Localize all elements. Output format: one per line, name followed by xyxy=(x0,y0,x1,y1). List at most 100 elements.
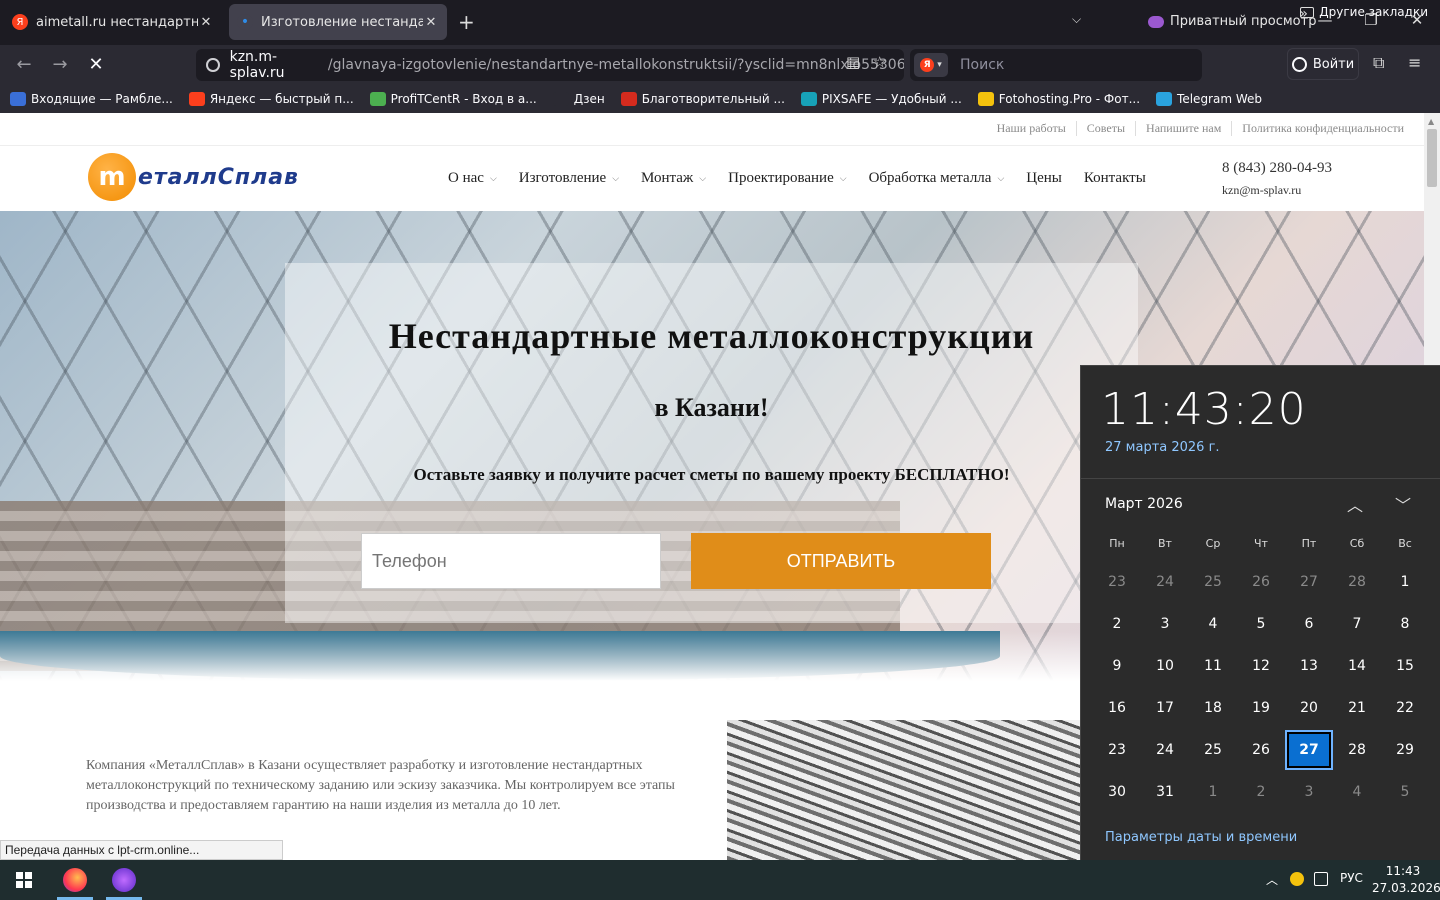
site-info-icon[interactable] xyxy=(206,58,220,72)
email-link[interactable]: kzn@m-splav.ru xyxy=(1222,183,1332,198)
close-icon[interactable]: ✕ xyxy=(198,15,214,30)
calendar-day[interactable]: 6 xyxy=(1285,604,1333,644)
language-indicator[interactable]: РУС xyxy=(1340,871,1363,885)
search-bar[interactable]: Я ▾ Поиск xyxy=(910,49,1202,81)
date-time-settings-link[interactable]: Параметры даты и времени xyxy=(1105,830,1297,845)
prev-month-icon[interactable]: ︿ xyxy=(1347,492,1363,516)
calendar-day[interactable]: 23 xyxy=(1093,730,1141,770)
calendar-day[interactable]: 7 xyxy=(1333,604,1381,644)
calendar-day-today[interactable]: 27 xyxy=(1285,730,1333,770)
calendar-day[interactable]: 1 xyxy=(1189,772,1237,812)
calendar-day[interactable]: 4 xyxy=(1333,772,1381,812)
calendar-day[interactable]: 28 xyxy=(1333,730,1381,770)
phone-input[interactable] xyxy=(361,533,661,589)
calendar-day[interactable]: 18 xyxy=(1189,688,1237,728)
tray-overflow-icon[interactable]: ︿ xyxy=(1266,871,1278,888)
bookmark-star-icon[interactable]: ☆ xyxy=(873,53,886,71)
network-icon[interactable] xyxy=(1314,872,1328,886)
other-bookmarks[interactable]: Другие закладки xyxy=(1300,5,1428,19)
site-logo[interactable]: m еталлСплав xyxy=(88,153,299,201)
menu-item-manufacturing[interactable]: Изготовление ⌵ xyxy=(519,170,619,187)
scroll-up-icon[interactable]: ▲ xyxy=(1428,117,1434,126)
calendar-day[interactable]: 24 xyxy=(1141,562,1189,602)
calendar-day[interactable]: 20 xyxy=(1285,688,1333,728)
bookmark-item[interactable]: Благотворительный ... xyxy=(620,92,785,106)
calendar-day[interactable]: 11 xyxy=(1189,646,1237,686)
menu-item-metal-processing[interactable]: Обработка металла ⌵ xyxy=(869,170,1005,187)
menu-item-about[interactable]: О нас ⌵ xyxy=(448,170,497,187)
clock-full-date[interactable]: 27 марта 2026 г. xyxy=(1105,440,1220,455)
calendar-day[interactable]: 12 xyxy=(1237,646,1285,686)
calendar-day[interactable]: 30 xyxy=(1093,772,1141,812)
next-month-icon[interactable]: ﹀ xyxy=(1395,492,1411,516)
calendar-day[interactable]: 23 xyxy=(1093,562,1141,602)
login-button[interactable]: Войти xyxy=(1287,48,1359,80)
calendar-day[interactable]: 27 xyxy=(1285,562,1333,602)
menu-icon[interactable]: ≡ xyxy=(1408,53,1421,72)
close-icon[interactable]: ✕ xyxy=(423,15,439,30)
forward-icon[interactable]: → xyxy=(49,54,71,75)
calendar-day[interactable]: 9 xyxy=(1093,646,1141,686)
calendar-day[interactable]: 21 xyxy=(1333,688,1381,728)
calendar-day[interactable]: 2 xyxy=(1093,604,1141,644)
calendar-day[interactable]: 19 xyxy=(1237,688,1285,728)
menu-item-installation[interactable]: Монтаж ⌵ xyxy=(641,170,706,187)
calendar-day[interactable]: 8 xyxy=(1381,604,1429,644)
toplink-privacy[interactable]: Политика конфиденциальности xyxy=(1231,121,1414,136)
scrollbar-thumb[interactable] xyxy=(1427,129,1437,187)
back-icon[interactable]: ← xyxy=(13,54,35,75)
calendar-day[interactable]: 1 xyxy=(1381,562,1429,602)
calendar-day[interactable]: 24 xyxy=(1141,730,1189,770)
bookmark-item[interactable]: Дзен xyxy=(552,92,605,106)
url-bar[interactable]: kzn.m-splav.ru /glavnaya-izgotovlenie/ne… xyxy=(196,49,904,81)
calendar-day[interactable]: 2 xyxy=(1237,772,1285,812)
windows-start-icon[interactable] xyxy=(16,872,32,888)
calendar-day[interactable]: 31 xyxy=(1141,772,1189,812)
tab-izgotovlenie[interactable]: • Изготовление нестандартных ✕ xyxy=(229,4,447,40)
taskbar-firefox[interactable] xyxy=(55,860,95,900)
bookmark-item[interactable]: ProfiTCentR - Вход в а... xyxy=(369,92,537,106)
calendar-day[interactable]: 29 xyxy=(1381,730,1429,770)
menu-item-design[interactable]: Проектирование ⌵ xyxy=(728,170,846,187)
calendar-month[interactable]: Март 2026 xyxy=(1105,496,1183,512)
toplink-tips[interactable]: Советы xyxy=(1075,121,1135,136)
calendar-day[interactable]: 15 xyxy=(1381,646,1429,686)
send-button[interactable]: ОТПРАВИТЬ xyxy=(691,533,991,589)
tray-app-icon[interactable] xyxy=(1290,872,1304,886)
chevron-down-icon[interactable]: ⌵ xyxy=(1072,12,1081,27)
calendar-day[interactable]: 16 xyxy=(1093,688,1141,728)
calendar-day[interactable]: 26 xyxy=(1237,730,1285,770)
bookmark-item[interactable]: Fotohosting.Pro - Фот... xyxy=(977,92,1140,106)
calendar-day[interactable]: 5 xyxy=(1237,604,1285,644)
calendar-day[interactable]: 3 xyxy=(1141,604,1189,644)
tab-aimetall[interactable]: Я aimetall.ru нестандартные мета ✕ xyxy=(4,4,222,40)
phone-link[interactable]: 8 (843) 280-04-93 xyxy=(1222,160,1332,177)
calendar-day[interactable]: 13 xyxy=(1285,646,1333,686)
calendar-day[interactable]: 5 xyxy=(1381,772,1429,812)
calendar-day[interactable]: 25 xyxy=(1189,730,1237,770)
calendar-day[interactable]: 28 xyxy=(1333,562,1381,602)
search-engine-selector[interactable]: Я ▾ xyxy=(914,53,948,77)
calendar-day[interactable]: 25 xyxy=(1189,562,1237,602)
calendar-day[interactable]: 10 xyxy=(1141,646,1189,686)
bookmark-item[interactable]: Яндекс — быстрый п... xyxy=(188,92,354,106)
calendar-day[interactable]: 17 xyxy=(1141,688,1189,728)
menu-item-contacts[interactable]: Контакты xyxy=(1084,170,1146,187)
toplink-write-us[interactable]: Напишите нам xyxy=(1135,121,1231,136)
bookmark-item[interactable]: PIXSAFE — Удобный ... xyxy=(800,92,962,106)
calendar-day[interactable]: 3 xyxy=(1285,772,1333,812)
bookmark-item[interactable]: Telegram Web xyxy=(1156,92,1262,106)
calendar-day[interactable]: 14 xyxy=(1333,646,1381,686)
menu-item-prices[interactable]: Цены xyxy=(1026,170,1062,187)
taskbar-firefox-private[interactable] xyxy=(104,860,144,900)
calendar-day[interactable]: 26 xyxy=(1237,562,1285,602)
stop-icon[interactable]: ✕ xyxy=(85,54,107,75)
calendar-day[interactable]: 4 xyxy=(1189,604,1237,644)
bookmark-item[interactable]: Входящие — Рамбле... xyxy=(10,92,173,106)
reader-mode-icon[interactable]: ▤ xyxy=(846,53,860,71)
calendar-day[interactable]: 22 xyxy=(1381,688,1429,728)
extensions-icon[interactable]: ⧉ xyxy=(1373,53,1384,73)
toplink-works[interactable]: Наши работы xyxy=(987,121,1076,136)
new-tab-icon[interactable]: + xyxy=(458,10,475,34)
taskbar-clock[interactable]: 11:43 27.03.2026 xyxy=(1372,863,1440,897)
